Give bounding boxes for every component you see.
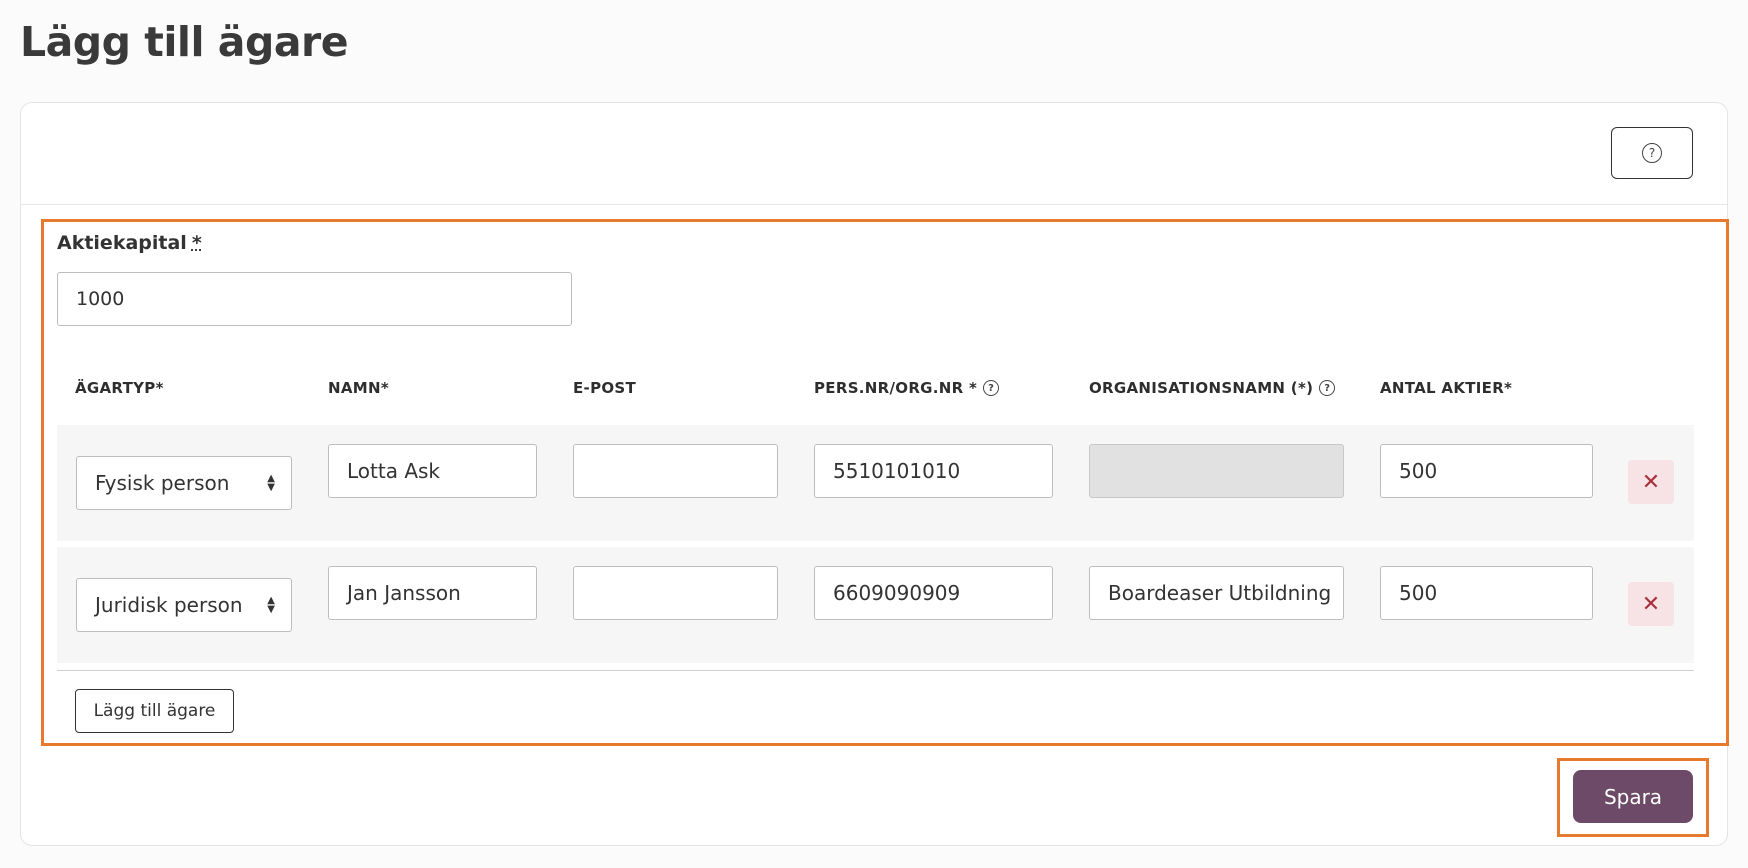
id-number-input[interactable]: 6609090909 — [814, 566, 1053, 620]
close-icon: ✕ — [1641, 591, 1661, 617]
org-name-input — [1089, 444, 1344, 498]
question-circle-icon[interactable]: ? — [983, 380, 1000, 396]
email-input[interactable] — [573, 566, 778, 620]
close-icon: ✕ — [1641, 469, 1661, 495]
name-input[interactable]: Lotta Ask — [328, 444, 537, 498]
remove-owner-button[interactable]: ✕ — [1628, 460, 1674, 504]
id-number-input[interactable]: 5510101010 — [814, 444, 1053, 498]
question-circle-icon[interactable]: ? — [1319, 380, 1336, 396]
header-org-name: ORGANISATIONSNAMN (*) ? — [1089, 378, 1336, 398]
shares-input[interactable]: 500 — [1380, 566, 1593, 620]
add-owner-button[interactable]: Lägg till ägare — [75, 689, 234, 733]
select-arrows-icon: ▲ ▼ — [267, 473, 275, 493]
header-name: NAMN* — [328, 379, 389, 397]
rows-divider — [57, 670, 1694, 671]
header-owner-type: ÄGARTYP* — [75, 379, 164, 397]
share-capital-input[interactable]: 1000 — [57, 272, 572, 326]
save-button[interactable]: Spara — [1573, 770, 1693, 823]
header-email: E-POST — [573, 379, 637, 397]
email-input[interactable] — [573, 444, 778, 498]
header-id-number: PERS.NR/ORG.NR * ? — [814, 378, 1000, 398]
share-capital-label: Aktiekapital * — [57, 232, 202, 254]
help-button[interactable]: ? — [1611, 127, 1693, 179]
page-title: Lägg till ägare — [20, 18, 349, 66]
card-header-divider — [21, 204, 1727, 205]
name-input[interactable]: Jan Jansson — [328, 566, 537, 620]
question-circle-icon: ? — [1642, 143, 1662, 163]
required-marker: * — [191, 232, 202, 254]
select-arrows-icon: ▲ ▼ — [267, 595, 275, 615]
owner-type-select[interactable]: Juridisk person ▲ ▼ — [76, 578, 292, 632]
shares-input[interactable]: 500 — [1380, 444, 1593, 498]
owner-type-select[interactable]: Fysisk person ▲ ▼ — [76, 456, 292, 510]
org-name-input[interactable]: Boardeaser Utbildning — [1089, 566, 1344, 620]
remove-owner-button[interactable]: ✕ — [1628, 582, 1674, 626]
header-shares: ANTAL AKTIER* — [1380, 379, 1513, 397]
